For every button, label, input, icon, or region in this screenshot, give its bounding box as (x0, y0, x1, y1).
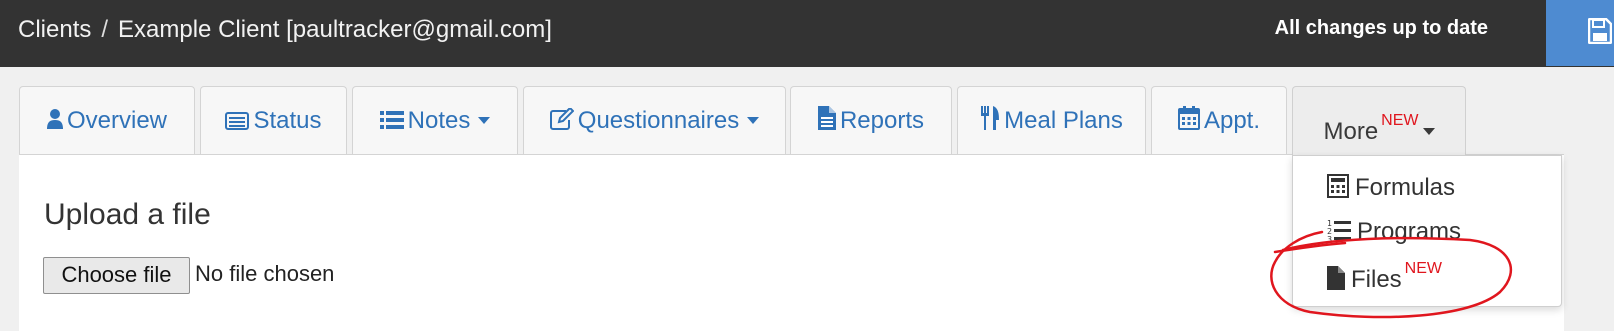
file-status-text: No file chosen (195, 261, 335, 286)
menu-item-files-label: Files (1351, 266, 1402, 293)
list-icon (379, 89, 404, 157)
tab-status[interactable]: Status (200, 86, 347, 154)
svg-text:3: 3 (1327, 235, 1332, 242)
top-header-bar: Clients / Example Client [paultracker@gmai… (0, 0, 1614, 67)
menu-item-files[interactable]: Files NEW (1327, 260, 1442, 297)
cutlery-icon (980, 89, 1000, 157)
tab-reports-label: Reports (839, 107, 925, 134)
breadcrumb: Clients / Example Client [paultracker@gmai… (18, 16, 552, 44)
tab-more[interactable]: More NEW (1292, 86, 1466, 156)
floppy-disk-icon (1588, 18, 1612, 44)
calendar-icon (1177, 89, 1200, 157)
chevron-down-icon (478, 117, 491, 124)
menu-item-programs[interactable]: 123 Programs (1327, 218, 1461, 249)
tab-notes-label: Notes (407, 107, 471, 134)
menu-item-formulas[interactable]: Formulas (1327, 174, 1455, 205)
tab-appointments-label: Appt. (1203, 107, 1261, 134)
chevron-down-icon (747, 117, 760, 124)
chevron-down-icon (1422, 128, 1435, 135)
calculator-icon (1327, 174, 1349, 205)
edit-icon (549, 89, 575, 157)
menu-item-formulas-label: Formulas (1355, 174, 1456, 201)
user-icon (46, 89, 63, 157)
save-button[interactable] (1546, 0, 1614, 66)
tab-status-label: Status (253, 107, 322, 134)
file-icon (1327, 266, 1345, 297)
breadcrumb-separator: / (101, 16, 109, 43)
new-badge: NEW (1381, 112, 1419, 129)
tab-questionnaires-label: Questionnaires (577, 107, 740, 134)
menu-item-programs-label: Programs (1357, 218, 1462, 245)
tab-overview-label: Overview (66, 107, 168, 134)
file-text-icon (817, 89, 836, 157)
tab-more-label: More (1323, 118, 1379, 145)
ordered-list-icon: 123 (1327, 218, 1351, 249)
page-title: Upload a file (44, 198, 211, 231)
id-card-icon (225, 89, 250, 157)
new-badge: NEW (1404, 260, 1442, 277)
choose-file-button[interactable]: Choose file (43, 257, 190, 294)
breadcrumb-clients-link[interactable]: Clients (18, 16, 91, 43)
tab-overview[interactable]: Overview (19, 86, 195, 154)
tab-reports[interactable]: Reports (790, 86, 952, 154)
tab-questionnaires[interactable]: Questionnaires (523, 86, 786, 154)
tab-appointments[interactable]: Appt. (1151, 86, 1287, 154)
tab-notes[interactable]: Notes (352, 86, 518, 154)
tab-meal-plans[interactable]: Meal Plans (957, 86, 1146, 154)
save-status-text: All changes up to date (1274, 17, 1488, 39)
breadcrumb-current-client: Example Client [paultracker@gmail.com] (118, 16, 552, 43)
more-dropdown-menu: Formulas 123 Programs Files NEW (1292, 155, 1562, 307)
tab-meal-plans-label: Meal Plans (1004, 107, 1123, 134)
